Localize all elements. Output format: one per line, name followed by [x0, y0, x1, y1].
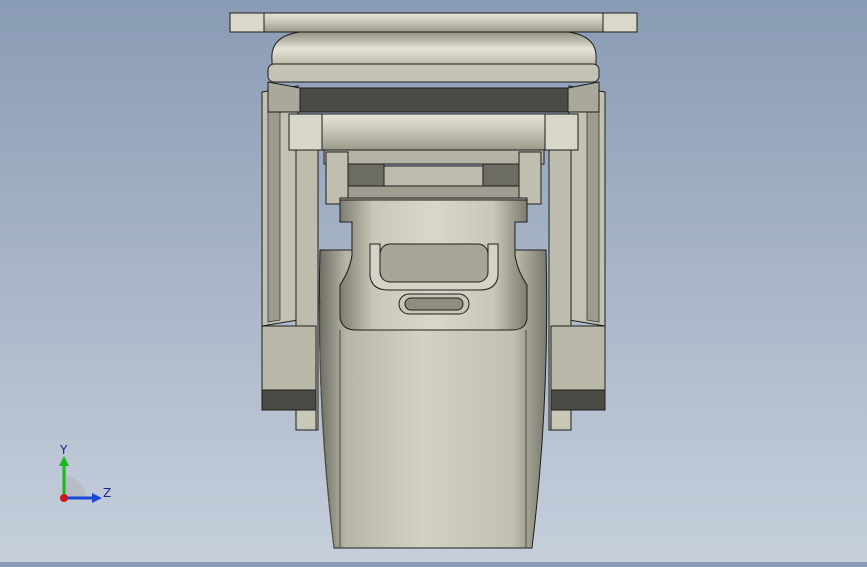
x-axis-dot-icon — [60, 494, 68, 502]
y-axis-arrow-icon — [59, 456, 69, 466]
brake-pedal — [339, 199, 528, 331]
z-axis-arrow-icon — [92, 493, 102, 503]
swivel-housing — [267, 31, 600, 113]
triad-plane-shade — [64, 476, 86, 498]
model-viewport[interactable] — [0, 0, 867, 562]
caster-model — [229, 12, 638, 549]
y-axis-label: Y — [59, 443, 68, 457]
orientation-triad: Y Z — [40, 438, 120, 508]
z-axis-label: Z — [103, 486, 111, 500]
top-plate — [229, 12, 638, 33]
